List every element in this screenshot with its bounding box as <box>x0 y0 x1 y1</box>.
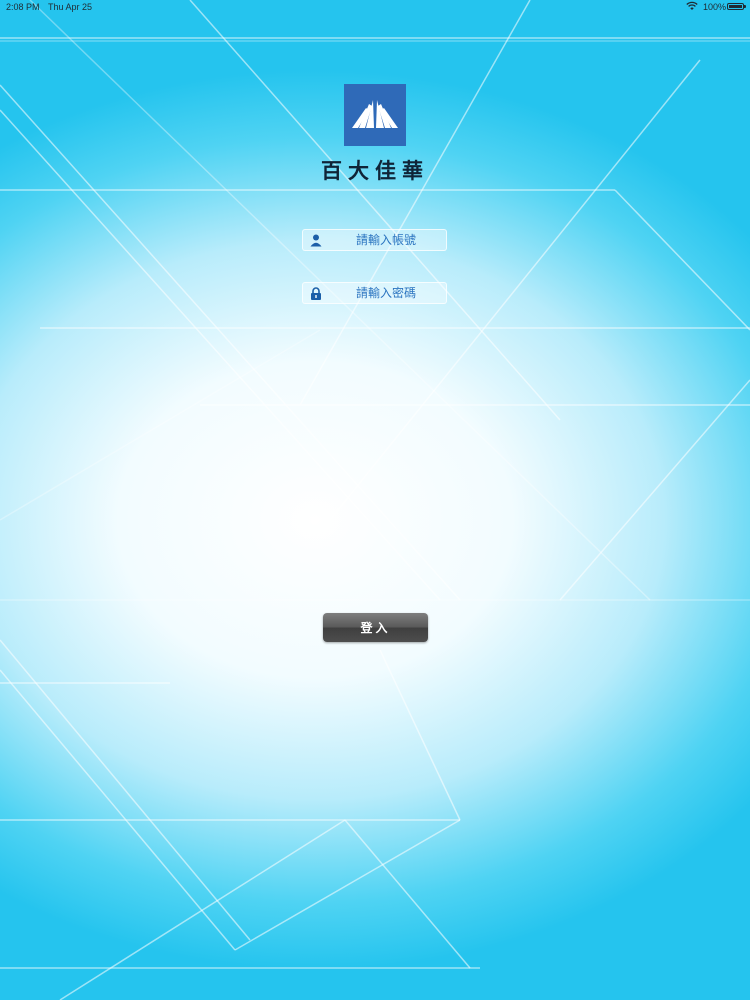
login-button[interactable]: 登入 <box>323 613 428 642</box>
password-input[interactable] <box>327 283 445 303</box>
status-time: 2:08 PM <box>6 2 40 12</box>
username-field[interactable] <box>302 229 447 251</box>
user-icon <box>310 234 322 247</box>
battery-icon <box>727 3 746 10</box>
status-bar: 2:08 PM Thu Apr 25 100% <box>0 0 750 14</box>
wifi-icon <box>686 1 698 10</box>
lock-icon <box>311 287 321 300</box>
status-date: Thu Apr 25 <box>48 2 93 12</box>
company-logo <box>344 84 406 146</box>
brand-name: 百大佳華 <box>321 159 429 183</box>
username-input[interactable] <box>327 230 445 250</box>
battery-percentage: 100% <box>703 2 727 12</box>
background-graphic <box>0 0 750 1000</box>
logo-emblem-icon <box>352 100 398 128</box>
password-field[interactable] <box>302 282 447 304</box>
